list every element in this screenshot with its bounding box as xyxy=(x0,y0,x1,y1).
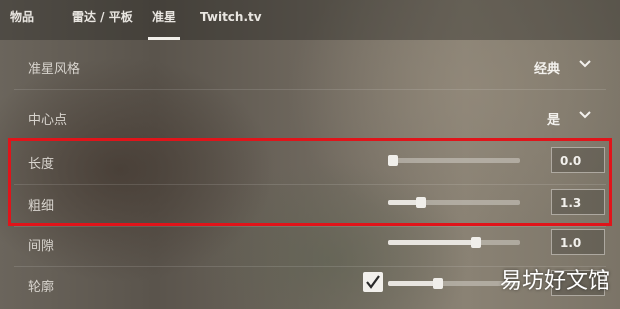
chevron-down-icon[interactable] xyxy=(578,57,592,71)
center-dot-label: 中心点 xyxy=(28,113,68,128)
slider-fill xyxy=(388,281,439,286)
tab-twitch[interactable]: Twitch.tv xyxy=(200,0,262,40)
checkmark-icon xyxy=(366,275,380,289)
tab-crosshair[interactable]: 准星 xyxy=(147,0,181,40)
outline-checkbox[interactable] xyxy=(363,272,383,292)
center-dot-value[interactable]: 是 xyxy=(547,109,560,128)
watermark-text: 易坊好文馆 xyxy=(499,269,610,294)
highlight-box xyxy=(8,138,612,226)
top-tab-bar: 物品 雷达 / 平板 准星 Twitch.tv xyxy=(0,0,620,40)
crosshair-style-label: 准星风格 xyxy=(28,62,81,77)
crosshair-style-value[interactable]: 经典 xyxy=(534,58,560,77)
gap-label: 间隙 xyxy=(28,239,55,254)
chevron-down-icon[interactable] xyxy=(578,108,592,122)
outline-label: 轮廓 xyxy=(28,280,55,295)
tab-items[interactable]: 物品 xyxy=(10,0,34,40)
center-dot-row[interactable]: 中心点 是 xyxy=(14,94,606,141)
crosshair-style-row[interactable]: 准星风格 经典 xyxy=(14,43,606,90)
slider-fill xyxy=(388,240,477,245)
gap-value-input[interactable]: 1.0 xyxy=(551,229,605,255)
slider-thumb[interactable] xyxy=(471,237,482,248)
slider-thumb[interactable] xyxy=(433,278,444,289)
gap-row: 间隙 1.0 xyxy=(14,220,606,267)
gap-slider[interactable] xyxy=(388,237,520,248)
tab-radar-tablet[interactable]: 雷达 / 平板 xyxy=(72,0,133,40)
